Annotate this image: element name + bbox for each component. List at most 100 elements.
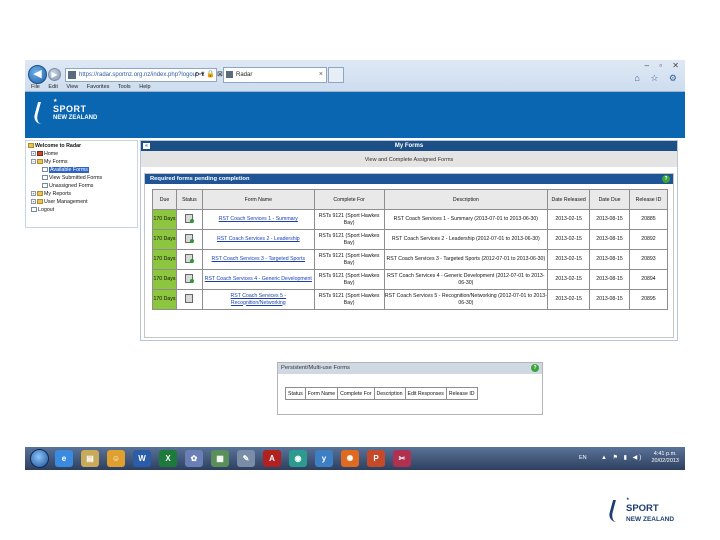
col-description[interactable]: Description (383, 189, 549, 210)
col-due[interactable]: Due (152, 189, 177, 210)
taskbar-app-powerpoint-icon[interactable]: P (367, 450, 385, 467)
required-forms-title: Required forms pending completion (150, 176, 250, 182)
taskbar-app-word-icon[interactable]: W (133, 450, 151, 467)
col-edit-responses[interactable]: Edit Responses (404, 387, 447, 400)
form-link[interactable]: RST Coach Services 4 - Generic Developme… (205, 276, 312, 282)
status-cell (175, 229, 203, 250)
expand-icon[interactable]: + (31, 199, 36, 205)
taskbar-app-ie-icon[interactable]: e (55, 450, 73, 467)
tree-item-my-forms[interactable]: − My Forms (31, 159, 68, 166)
windows-taskbar: e ▤ ☺ W X ✿ ▦ ✎ A ◉ y ✺ P ✂ EN ▲ ⚑ ▮ ◀) 4:41 p.m. 20/… (25, 447, 685, 470)
tray-icons[interactable]: ▲ ⚑ ▮ ◀) (601, 454, 643, 461)
taskbar-app-globe-icon[interactable]: ◉ (289, 450, 307, 467)
footer-logo-line1: SPORT (626, 503, 659, 514)
col-release-id[interactable]: Release ID (628, 189, 669, 210)
folder-icon (28, 143, 34, 149)
taskbar-app-snipping-icon[interactable]: ✂ (393, 450, 411, 467)
col-date-due[interactable]: Date Due (589, 189, 630, 210)
col-complete-for[interactable]: Complete For (313, 189, 385, 210)
toolbar-icons[interactable]: ⌂ ☆ ⚙ (634, 73, 681, 84)
form-link[interactable]: RST Coach Services 1 - Summary (219, 216, 298, 222)
menu-file[interactable]: File (31, 84, 40, 90)
taskbar-app-excel-icon[interactable]: X (159, 450, 177, 467)
table-header-row: Status Form Name Complete For Descriptio… (285, 387, 478, 400)
folder-icon (37, 159, 43, 165)
due-cell: 170 Days (152, 229, 177, 250)
col-status[interactable]: Status (175, 189, 203, 210)
col-form-name[interactable]: Form Name (304, 387, 339, 400)
col-form-name[interactable]: Form Name (201, 189, 315, 210)
form-name-cell: RST Coach Services 1 - Summary (201, 209, 315, 230)
tree-item-logout[interactable]: Logout (31, 207, 54, 214)
browser-tab[interactable]: Radar × (223, 67, 327, 83)
col-date-released[interactable]: Date Released (547, 189, 591, 210)
form-status-icon[interactable] (185, 273, 195, 283)
form-name-cell: RST Coach Services 4 - Generic Developme… (201, 269, 315, 290)
menu-favorites[interactable]: Favorites (87, 84, 110, 90)
tree-item-home[interactable]: + Home (31, 151, 58, 158)
tree-item-unassigned[interactable]: Unassigned Forms (42, 183, 93, 190)
tree-item-view-submitted[interactable]: View Submitted Forms (42, 175, 102, 182)
col-description[interactable]: Description (373, 387, 406, 400)
complete-for-cell: RSTs 9121 (Sport Hawkes Bay) (313, 289, 385, 310)
taskbar-app-editor-icon[interactable]: ✎ (237, 450, 255, 467)
expand-icon[interactable]: + (31, 151, 36, 157)
taskbar-app-acrobat-icon[interactable]: A (263, 450, 281, 467)
panel-back-icon[interactable]: « (143, 143, 150, 149)
persistent-forms-section: Persistent/Multi-use Forms ? Status Form… (277, 362, 543, 415)
taskbar-app-messenger-icon[interactable]: ☺ (107, 450, 125, 467)
tab-close-icon[interactable]: × (319, 68, 323, 82)
required-forms-table: Due Status Form Name Complete For Descri… (152, 189, 669, 310)
release-id-cell: 20885 (628, 209, 669, 230)
col-release-id[interactable]: Release ID (445, 387, 478, 400)
date-released-cell: 2013-02-15 (547, 289, 591, 310)
due-cell: 170 Days (152, 249, 177, 270)
collapse-icon[interactable]: − (31, 159, 36, 165)
taskbar-app-calc-icon[interactable]: ▦ (211, 450, 229, 467)
language-indicator[interactable]: EN (579, 455, 587, 461)
persistent-forms-title: Persistent/Multi-use Forms (281, 365, 350, 371)
date-released-cell: 2013-02-15 (547, 249, 591, 270)
date-released-cell: 2013-02-15 (547, 229, 591, 250)
back-button[interactable]: ◀ (28, 65, 47, 84)
form-status-icon[interactable] (185, 213, 195, 223)
due-cell: 170 Days (152, 289, 177, 310)
system-tray: EN ▲ ⚑ ▮ ◀) 4:41 p.m. 20/02/2013 (575, 447, 685, 470)
release-id-cell: 20895 (628, 289, 669, 310)
expand-icon[interactable]: + (31, 191, 36, 197)
folder-icon (37, 199, 43, 205)
form-status-icon[interactable] (185, 293, 194, 303)
logo-line1: SPORT (53, 104, 87, 114)
complete-for-cell: RSTs 9121 (Sport Hawkes Bay) (313, 229, 385, 250)
date-released-cell: 2013-02-15 (547, 209, 591, 230)
taskbar-app-firefox-icon[interactable]: ✺ (341, 450, 359, 467)
description-cell: RST Coach Services 2 - Leadership (2012-… (383, 229, 549, 250)
tree-item-my-reports[interactable]: + My Reports (31, 191, 71, 198)
tree-root[interactable]: Welcome to Radar (28, 143, 81, 150)
help-icon[interactable]: ? (662, 175, 670, 183)
start-button[interactable] (30, 449, 49, 468)
menu-tools[interactable]: Tools (118, 84, 131, 90)
help-icon[interactable]: ? (531, 364, 539, 372)
new-tab-button[interactable] (328, 67, 344, 83)
forward-button[interactable]: ▶ (48, 68, 61, 81)
menu-view[interactable]: View (66, 84, 78, 90)
menu-help[interactable]: Help (139, 84, 150, 90)
taskbar-app-yammer-icon[interactable]: y (315, 450, 333, 467)
menu-edit[interactable]: Edit (48, 84, 57, 90)
taskbar-app-app-icon[interactable]: ✿ (185, 450, 203, 467)
my-forms-panel: « My Forms View and Complete Assigned Fo… (140, 140, 678, 341)
form-status-icon[interactable] (185, 253, 195, 263)
col-status[interactable]: Status (285, 387, 306, 400)
window-controls[interactable]: – ▫ ✕ (645, 61, 683, 70)
tree-item-available-forms[interactable]: Available Forms (42, 167, 89, 174)
form-link[interactable]: RST Coach Services 2 - Leadership (217, 236, 300, 242)
form-link[interactable]: RST Coach Services 3 - Targeted Sports (212, 256, 306, 262)
logo-star-icon: ★ (626, 496, 630, 501)
form-link[interactable]: RST Coach Services 5 - Recognition/Netwo… (231, 293, 287, 306)
col-complete-for[interactable]: Complete For (337, 387, 375, 400)
tree-item-user-management[interactable]: + User Management (31, 199, 88, 206)
clock[interactable]: 4:41 p.m. 20/02/2013 (651, 451, 679, 465)
form-status-icon[interactable] (185, 233, 195, 243)
taskbar-app-explorer-icon[interactable]: ▤ (81, 450, 99, 467)
